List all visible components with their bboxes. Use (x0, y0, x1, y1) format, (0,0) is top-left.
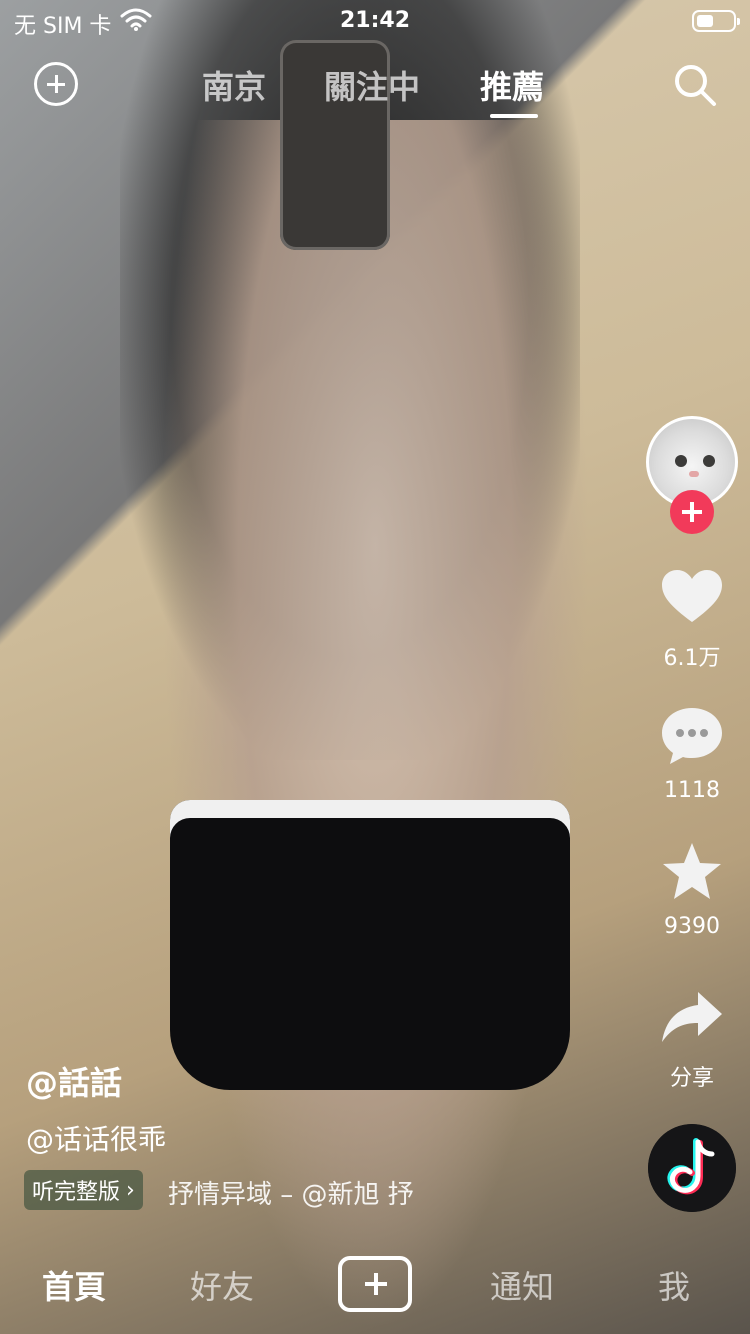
listen-full-label: 听完整版 (32, 1180, 121, 1205)
listen-full-button[interactable]: 听完整版 › (24, 1170, 143, 1210)
nav-home[interactable]: 首頁 (42, 1262, 106, 1308)
heart-icon[interactable] (660, 566, 724, 630)
video-subject (160, 120, 590, 1334)
comment-icon[interactable] (660, 704, 724, 768)
like-count: 6.1万 (663, 646, 721, 671)
star-icon[interactable] (660, 840, 724, 904)
nav-me[interactable]: 我 (658, 1262, 690, 1308)
nav-notifications[interactable]: 通知 (490, 1262, 554, 1308)
tab-following[interactable]: 關注中 (324, 62, 420, 108)
status-bar: 无 SIM 卡 21:42 (0, 0, 750, 44)
music-title[interactable]: 抒情异域 – @新旭 抒 (168, 1174, 474, 1211)
bottom-nav: 首頁 好友 通知 我 (0, 1244, 750, 1334)
follow-button[interactable] (670, 490, 714, 534)
battery-icon (692, 10, 740, 32)
video-subject-shorts (170, 800, 570, 1090)
clock: 21:42 (339, 8, 411, 33)
tab-recommended[interactable]: 推薦 (480, 62, 544, 108)
top-tabs: 南京 關注中 推薦 (0, 62, 750, 122)
create-button[interactable] (338, 1256, 412, 1312)
chevron-right-icon: › (126, 1177, 135, 1203)
author-name[interactable]: @話話 (26, 1058, 122, 1104)
author-handle[interactable]: @话话很乖 (26, 1118, 166, 1158)
active-tab-indicator (490, 114, 538, 118)
search-icon[interactable] (672, 62, 718, 108)
tab-nanjing[interactable]: 南京 (202, 62, 266, 108)
share-label[interactable]: 分享 (640, 1060, 744, 1092)
favorite-count: 9390 (664, 914, 720, 939)
comment-count: 1118 (664, 778, 720, 803)
music-disc-icon[interactable] (648, 1124, 736, 1212)
share-icon[interactable] (660, 986, 724, 1050)
nav-friends[interactable]: 好友 (190, 1262, 254, 1308)
